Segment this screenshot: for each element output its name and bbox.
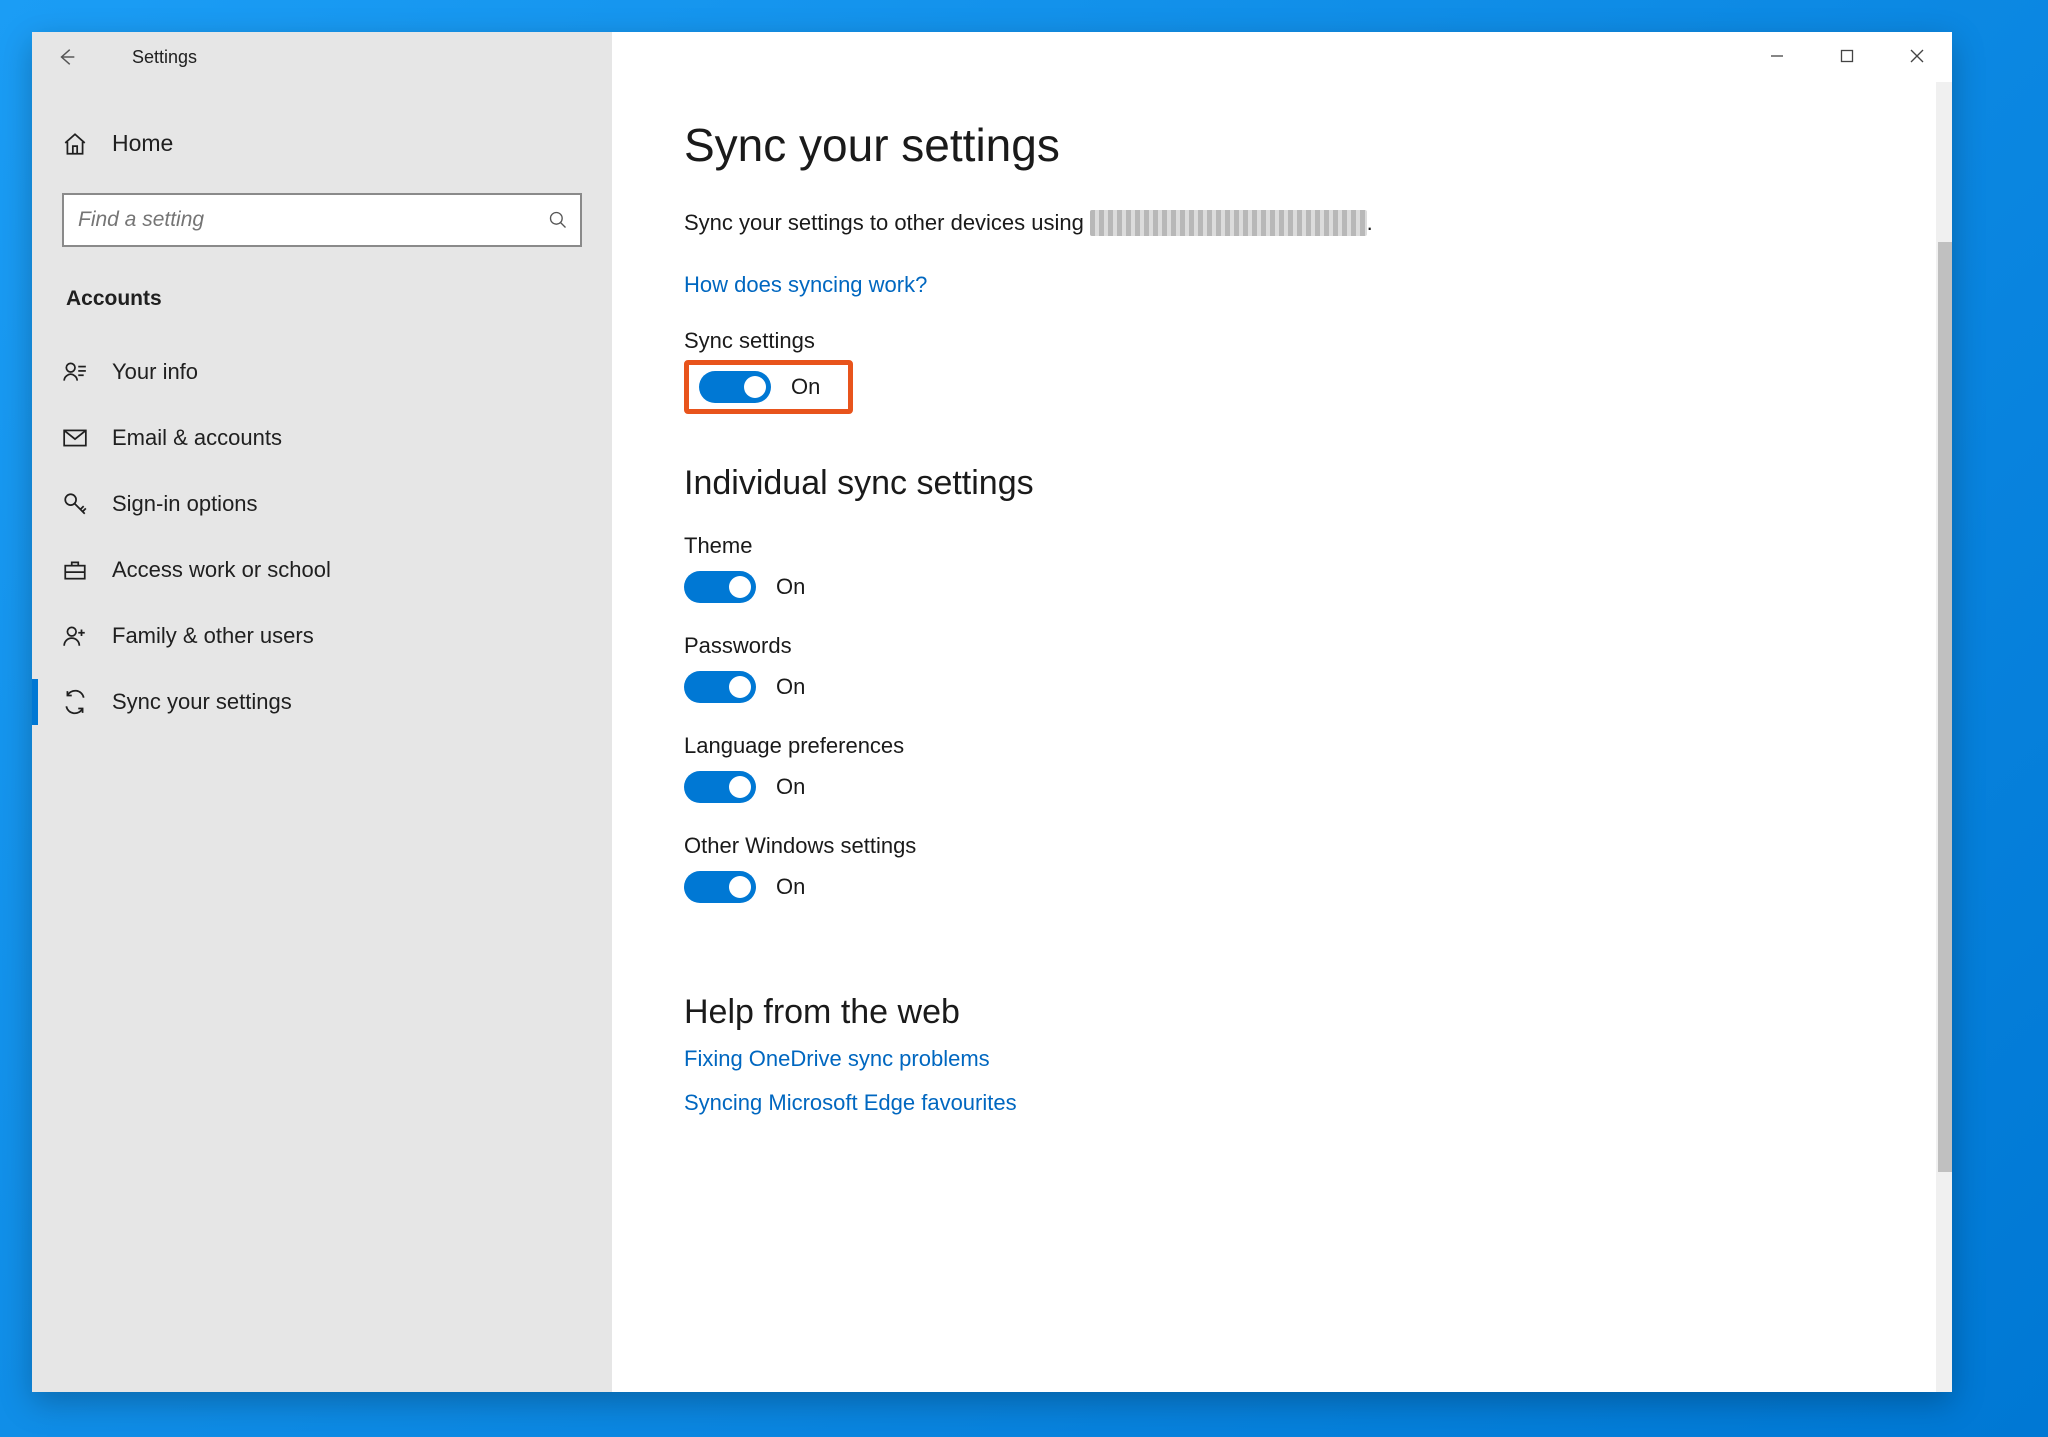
language-toggle-row: On xyxy=(684,771,1892,803)
help-link-onedrive[interactable]: Fixing OneDrive sync problems xyxy=(684,1046,1892,1072)
settings-window: Settings Home Accounts Your info Email &… xyxy=(32,32,1952,1392)
key-icon xyxy=(62,491,88,517)
nav-label: Email & accounts xyxy=(112,425,282,451)
nav-label: Access work or school xyxy=(112,557,331,583)
nav-work-school[interactable]: Access work or school xyxy=(32,537,612,603)
nav-sync-settings[interactable]: Sync your settings xyxy=(32,669,612,735)
sync-settings-state: On xyxy=(791,374,820,400)
sidebar: Settings Home Accounts Your info Email &… xyxy=(32,32,612,1392)
nav-email-accounts[interactable]: Email & accounts xyxy=(32,405,612,471)
nav-label: Your info xyxy=(112,359,198,385)
help-title: Help from the web xyxy=(684,993,1892,1032)
sync-settings-toggle-row: On xyxy=(699,371,820,403)
titlebar: Settings xyxy=(32,32,612,82)
home-icon xyxy=(62,131,88,157)
people-add-icon xyxy=(62,623,88,649)
other-windows-toggle-row: On xyxy=(684,871,1892,903)
home-nav[interactable]: Home xyxy=(32,112,612,175)
sync-description: Sync your settings to other devices usin… xyxy=(684,210,1892,236)
search-wrap xyxy=(62,193,582,247)
search-input[interactable] xyxy=(62,193,582,247)
nav-signin-options[interactable]: Sign-in options xyxy=(32,471,612,537)
nav-your-info[interactable]: Your info xyxy=(32,339,612,405)
maximize-button[interactable] xyxy=(1812,32,1882,80)
search-icon xyxy=(548,210,568,230)
sync-settings-label: Sync settings xyxy=(684,328,1892,354)
nav-label: Family & other users xyxy=(112,623,314,649)
person-badge-icon xyxy=(62,359,88,385)
minimize-button[interactable] xyxy=(1742,32,1812,80)
passwords-state: On xyxy=(776,674,805,700)
language-state: On xyxy=(776,774,805,800)
how-syncing-works-link[interactable]: How does syncing work? xyxy=(684,272,1892,298)
page-title: Sync your settings xyxy=(684,118,1892,172)
close-button[interactable] xyxy=(1882,32,1952,80)
other-windows-toggle[interactable] xyxy=(684,871,756,903)
sync-icon xyxy=(62,689,88,715)
sync-settings-toggle[interactable] xyxy=(699,371,771,403)
sync-desc-prefix: Sync your settings to other devices usin… xyxy=(684,210,1090,235)
language-label: Language preferences xyxy=(684,733,1892,759)
briefcase-icon xyxy=(62,557,88,583)
sidebar-nav: Your info Email & accounts Sign-in optio… xyxy=(32,321,612,735)
window-title: Settings xyxy=(132,47,197,68)
nav-family-users[interactable]: Family & other users xyxy=(32,603,612,669)
passwords-toggle[interactable] xyxy=(684,671,756,703)
passwords-toggle-row: On xyxy=(684,671,1892,703)
theme-state: On xyxy=(776,574,805,600)
individual-sync-title: Individual sync settings xyxy=(684,464,1892,503)
window-controls xyxy=(1742,32,1952,80)
language-toggle[interactable] xyxy=(684,771,756,803)
other-windows-state: On xyxy=(776,874,805,900)
account-email-blurred: xxxxx xxxxxxx@xxxxxxxx xx xyxy=(1090,210,1367,236)
content-pane: Sync your settings Sync your settings to… xyxy=(612,32,1952,1392)
mail-icon xyxy=(62,425,88,451)
passwords-label: Passwords xyxy=(684,633,1892,659)
theme-label: Theme xyxy=(684,533,1892,559)
other-windows-label: Other Windows settings xyxy=(684,833,1892,859)
back-button[interactable] xyxy=(32,32,102,82)
scrollbar-thumb[interactable] xyxy=(1938,242,1952,1172)
highlight-annotation: On xyxy=(684,360,853,414)
home-label: Home xyxy=(112,130,173,157)
theme-toggle[interactable] xyxy=(684,571,756,603)
sync-desc-suffix: . xyxy=(1367,210,1373,235)
nav-label: Sign-in options xyxy=(112,491,258,517)
nav-label: Sync your settings xyxy=(112,689,292,715)
help-link-edge[interactable]: Syncing Microsoft Edge favourites xyxy=(684,1090,1892,1116)
sidebar-section-title: Accounts xyxy=(32,265,612,321)
theme-toggle-row: On xyxy=(684,571,1892,603)
